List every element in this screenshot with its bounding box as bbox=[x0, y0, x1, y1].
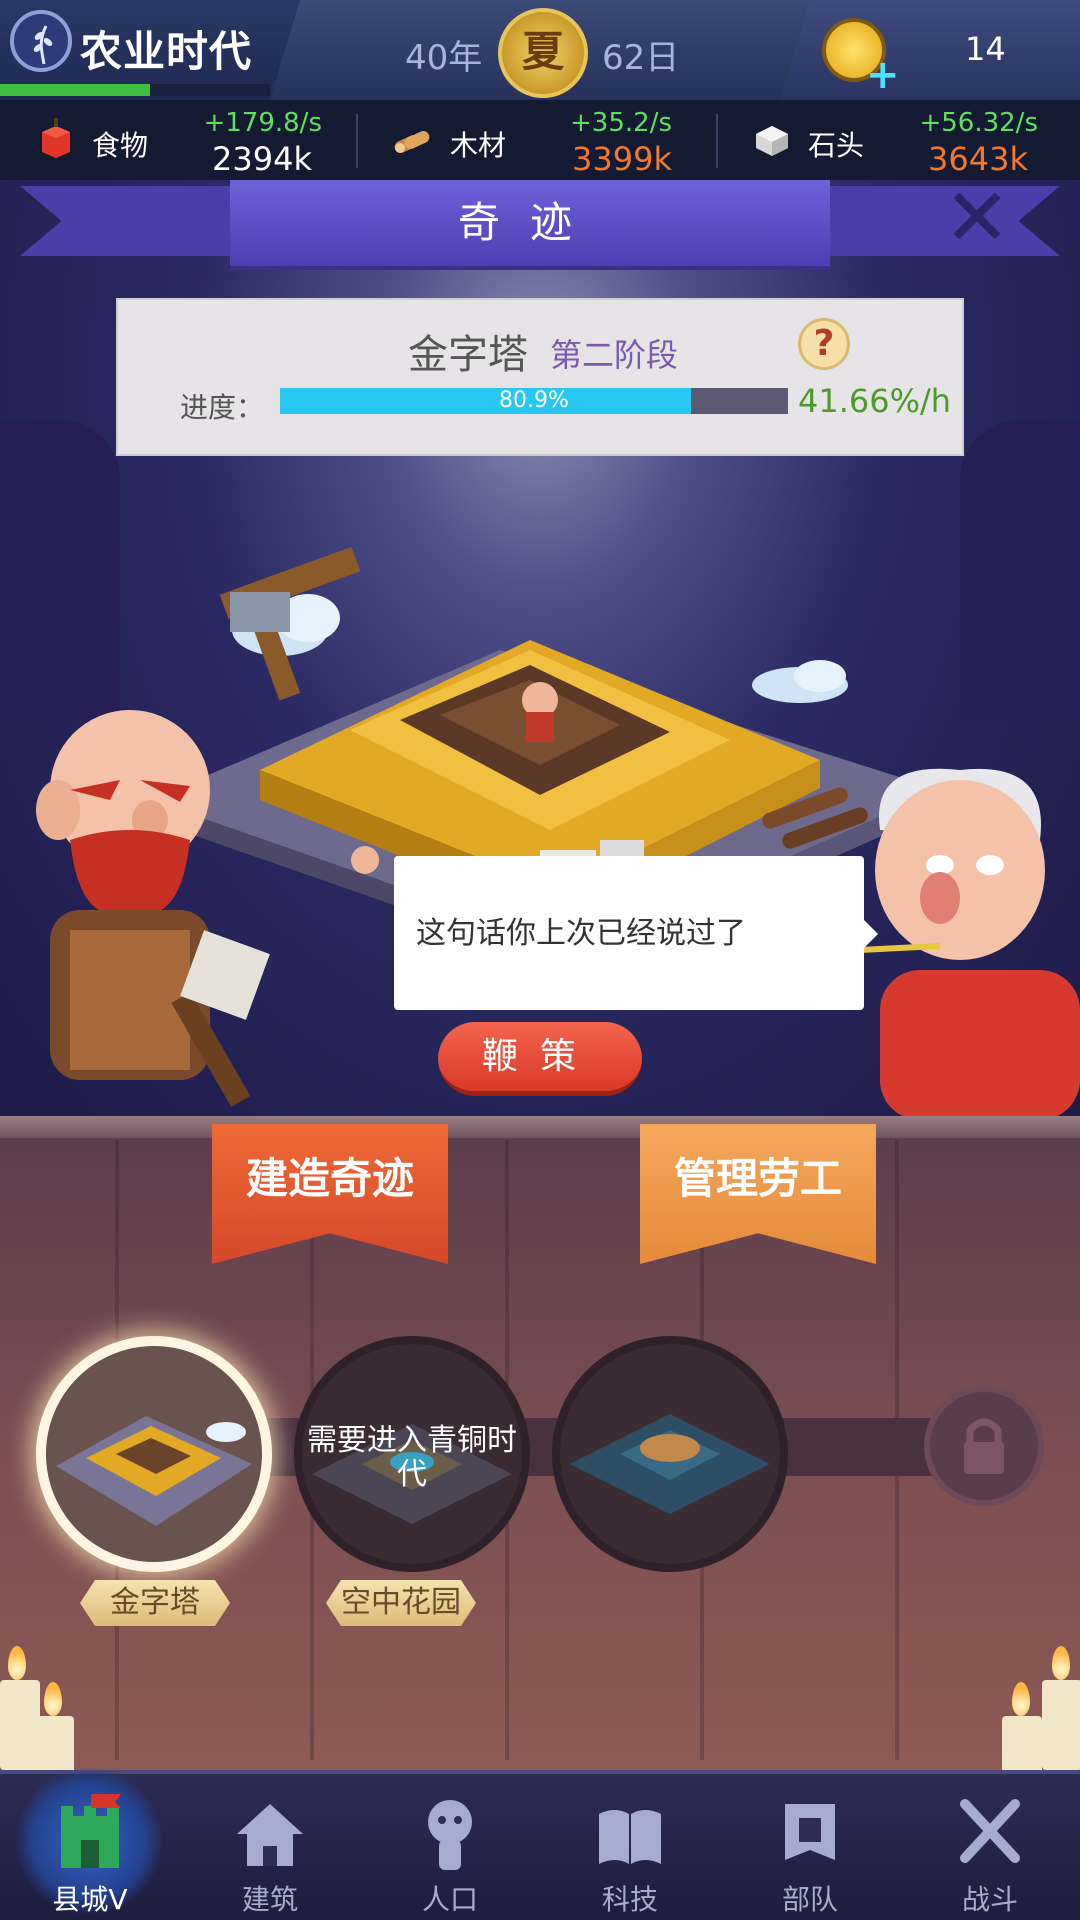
nav-label: 县城V bbox=[52, 1883, 128, 1916]
resource-amount: 2394k bbox=[212, 140, 312, 178]
resource-wood[interactable]: 木材 +35.2/s 3399k bbox=[360, 100, 720, 180]
pyramid-thumbnail-icon bbox=[56, 1416, 252, 1526]
wonder-slot-hanging-gardens[interactable]: 需要进入青铜时代 bbox=[294, 1336, 530, 1572]
nav-label: 人口 bbox=[421, 1883, 478, 1916]
candle bbox=[1042, 1680, 1080, 1770]
stone-icon bbox=[756, 126, 788, 156]
locked-requirement-text: 需要进入青铜时代 bbox=[307, 1423, 517, 1492]
locked-slot[interactable] bbox=[924, 1386, 1044, 1506]
panel-title: 奇迹 bbox=[230, 180, 830, 270]
castle-icon bbox=[61, 1794, 121, 1868]
wonder-label-hanging-gardens: 空中花园 bbox=[326, 1580, 476, 1626]
flame-icon bbox=[44, 1682, 62, 1716]
add-coin-icon[interactable]: + bbox=[866, 52, 900, 98]
era-name: 农业时代 bbox=[80, 27, 253, 76]
whip-button[interactable]: 鞭策 bbox=[438, 1022, 642, 1096]
speech-tail bbox=[864, 920, 878, 948]
resource-name: 石头 bbox=[808, 129, 865, 162]
era-panel[interactable]: 农业时代 bbox=[0, 0, 300, 100]
apple-icon bbox=[42, 118, 70, 158]
divider bbox=[716, 114, 718, 168]
resource-amount: 3399k bbox=[572, 140, 672, 178]
top-header: 农业时代 40年 夏 62日 + 14 bbox=[0, 0, 1080, 100]
wonder-slot-third[interactable] bbox=[552, 1336, 788, 1572]
resource-name: 食物 bbox=[92, 129, 149, 162]
speech-text: 这句话你上次已经说过了 bbox=[416, 916, 746, 951]
nav-label: 战斗 bbox=[961, 1883, 1018, 1916]
resource-food[interactable]: 食物 +179.8/s 2394k bbox=[0, 100, 360, 180]
nav-troops[interactable]: 部队 bbox=[720, 1774, 900, 1920]
nav-label: 科技 bbox=[601, 1883, 658, 1916]
resource-rate: +35.2/s bbox=[570, 108, 672, 138]
wood-icon bbox=[394, 131, 430, 153]
island-wonder-thumbnail-icon bbox=[570, 1414, 770, 1514]
house-icon bbox=[237, 1804, 303, 1866]
flame-icon bbox=[1012, 1682, 1030, 1716]
person-icon bbox=[428, 1800, 472, 1870]
nav-buildings[interactable]: 建筑 bbox=[180, 1774, 360, 1920]
curtain-left bbox=[0, 420, 120, 720]
resource-rate: +56.32/s bbox=[919, 108, 1038, 138]
nav-technology[interactable]: 科技 bbox=[540, 1774, 720, 1920]
year-label: 40年 bbox=[405, 38, 483, 78]
resource-stone[interactable]: 石头 +56.32/s 3643k bbox=[720, 100, 1080, 180]
season-badge[interactable]: 夏 bbox=[498, 8, 588, 98]
resource-bar: 食物 +179.8/s 2394k 木材 +35.2/s 3399k 石头 +5… bbox=[0, 100, 1080, 180]
wheat-emblem-icon bbox=[10, 10, 72, 72]
resource-name: 木材 bbox=[450, 129, 507, 162]
flame-icon bbox=[1052, 1646, 1070, 1680]
resource-rate: +179.8/s bbox=[203, 108, 322, 138]
dwarf-character bbox=[36, 710, 270, 1107]
progress-label: 进度： bbox=[180, 391, 265, 424]
resource-amount: 3643k bbox=[928, 140, 1028, 178]
coin-count: 14 bbox=[965, 30, 1006, 68]
close-button[interactable]: ✕ bbox=[942, 180, 1012, 258]
progress-rate: 41.66%/h bbox=[798, 382, 952, 420]
crossed-swords-icon bbox=[960, 1799, 1020, 1863]
wonder-scene: 奇迹 ✕ 金字塔 第二阶段 ? 进度： 80.9% 41.66%/h 这句话你上… bbox=[0, 180, 1080, 1120]
help-icon[interactable]: ? bbox=[798, 318, 850, 370]
day-label: 62日 bbox=[602, 38, 680, 78]
nav-label: 部队 bbox=[781, 1883, 838, 1916]
book-icon bbox=[599, 1810, 661, 1864]
nav-county[interactable]: 县城V bbox=[0, 1768, 180, 1920]
lock-icon bbox=[964, 1418, 1004, 1474]
curtain-right bbox=[960, 420, 1080, 720]
wonder-name: 金字塔 bbox=[408, 332, 528, 378]
progress-bar: 80.9% bbox=[280, 388, 788, 414]
era-progress-bar bbox=[0, 84, 270, 96]
wonder-progress-card: 金字塔 第二阶段 ? 进度： 80.9% 41.66%/h bbox=[116, 298, 964, 456]
divider bbox=[356, 114, 358, 168]
stage-ledge bbox=[0, 1116, 1080, 1138]
wonder-label-pyramid: 金字塔 bbox=[80, 1580, 230, 1626]
speech-bubble: 这句话你上次已经说过了 bbox=[394, 856, 864, 1010]
nav-label: 建筑 bbox=[241, 1883, 298, 1916]
banner-icon bbox=[785, 1804, 835, 1860]
wonder-stage: 第二阶段 bbox=[550, 336, 679, 374]
nav-battle[interactable]: 战斗 bbox=[900, 1774, 1080, 1920]
progress-percent: 80.9% bbox=[499, 388, 569, 413]
wonder-slot-pyramid[interactable] bbox=[36, 1336, 272, 1572]
bottom-navigation: 县城V 建筑 人口 科技 部队 战斗 bbox=[0, 1768, 1080, 1920]
nav-population[interactable]: 人口 bbox=[360, 1774, 540, 1920]
flame-icon bbox=[8, 1646, 26, 1680]
